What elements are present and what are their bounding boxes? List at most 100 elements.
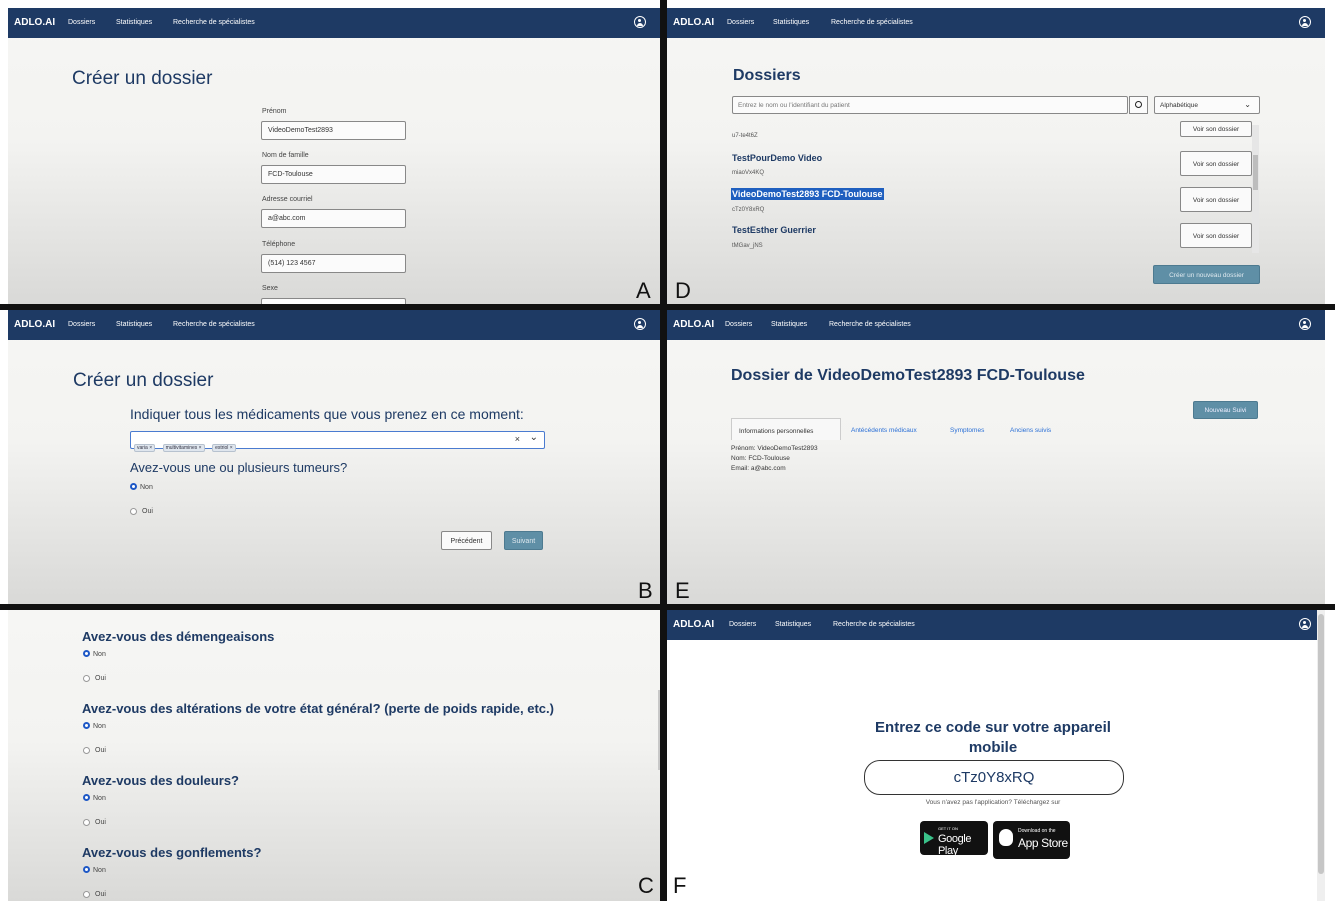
- list-scrollbar[interactable]: [1252, 125, 1259, 253]
- radio-yes[interactable]: [83, 675, 90, 682]
- nav-link-dossiers[interactable]: Dossiers: [725, 321, 752, 328]
- brand-logo[interactable]: ADLO.AI: [673, 319, 714, 330]
- nav-link-specialists[interactable]: Recherche de spécialistes: [831, 19, 913, 26]
- brand-logo[interactable]: ADLO.AI: [14, 17, 55, 28]
- info-firstname: Prénom: VideoDemoTest2893: [731, 445, 818, 452]
- firstname-input[interactable]: VideoDemoTest2893: [261, 121, 406, 140]
- app-store-badge[interactable]: Download on the App Store: [993, 821, 1070, 859]
- nav-link-dossiers[interactable]: Dossiers: [727, 19, 754, 26]
- page-title: Dossier de VideoDemoTest2893 FCD-Toulous…: [731, 367, 1085, 384]
- nav-link-specialists[interactable]: Recherche de spécialistes: [833, 621, 915, 628]
- panel-label-d: D: [675, 278, 691, 303]
- patient-search-input[interactable]: Entrez le nom ou l'identifiant du patien…: [732, 96, 1128, 114]
- med-tag: varia ×: [134, 444, 156, 452]
- question-pain: Avez-vous des douleurs?: [82, 773, 239, 788]
- view-record-button[interactable]: Voir son dossier: [1180, 223, 1252, 248]
- tab-past-followups[interactable]: Anciens suivis: [1010, 427, 1051, 434]
- medications-multiselect[interactable]: varia × multivitamines × estriol × × ⌄: [130, 431, 545, 452]
- radio-label-no: Non: [93, 795, 106, 802]
- new-followup-button[interactable]: Nouveau Suivi: [1193, 401, 1258, 419]
- nav-link-specialists[interactable]: Recherche de spécialistes: [173, 19, 255, 26]
- radio-no[interactable]: [130, 483, 137, 490]
- page-scrollbar[interactable]: [1317, 610, 1325, 901]
- radio-label-no: Non: [93, 651, 106, 658]
- radio-yes[interactable]: [83, 747, 90, 754]
- nav-link-dossiers[interactable]: Dossiers: [729, 621, 756, 628]
- panel-label-b: B: [638, 578, 653, 603]
- clear-icon[interactable]: ×: [515, 434, 520, 444]
- user-circle-icon[interactable]: [1299, 16, 1311, 28]
- field-label-phone: Téléphone: [262, 241, 296, 248]
- radio-no[interactable]: [83, 794, 90, 801]
- field-label-email: Adresse courriel: [262, 196, 313, 203]
- tab-personal-info[interactable]: Informations personnelles: [731, 418, 841, 440]
- field-label-lastname: Nom de famille: [262, 152, 309, 159]
- med-tag: estriol ×: [212, 444, 236, 452]
- radio-no[interactable]: [83, 866, 90, 873]
- nav-link-statistiques[interactable]: Statistiques: [773, 19, 809, 26]
- radio-label-no: Non: [93, 723, 106, 730]
- panel-a-create-record: ADLO.AI Dossiers Statistiques Recherche …: [8, 8, 660, 304]
- next-button[interactable]: Suivant: [504, 531, 543, 550]
- user-circle-icon[interactable]: [634, 16, 646, 28]
- nav-link-specialists[interactable]: Recherche de spécialistes: [829, 321, 911, 328]
- field-label-sex: Sexe: [262, 285, 278, 292]
- sort-select[interactable]: Alphabétique ⌄: [1154, 96, 1260, 114]
- brand-logo[interactable]: ADLO.AI: [673, 619, 714, 630]
- phone-input[interactable]: (514) 123 4567: [261, 254, 406, 273]
- radio-yes[interactable]: [83, 891, 90, 898]
- play-icon: [924, 832, 934, 844]
- nav-link-specialists[interactable]: Recherche de spécialistes: [173, 321, 255, 328]
- page-title: Créer un dossier: [73, 370, 214, 391]
- view-record-button[interactable]: Voir son dossier: [1180, 187, 1252, 212]
- panel-label-f: F: [673, 873, 687, 898]
- nav-link-statistiques[interactable]: Statistiques: [775, 621, 811, 628]
- nav-link-dossiers[interactable]: Dossiers: [68, 321, 95, 328]
- tab-label: Informations personnelles: [739, 428, 814, 435]
- navbar: ADLO.AI Dossiers Statistiques Recherche …: [8, 8, 660, 38]
- patient-name-selected[interactable]: VideoDemoTest2893 FCD-Toulouse: [731, 188, 884, 200]
- tab-medical-history[interactable]: Antécédents médicaux: [851, 427, 917, 434]
- previous-button[interactable]: Précédent: [441, 531, 492, 550]
- google-play-badge[interactable]: GET IT ON Google Play: [920, 821, 988, 857]
- nav-link-statistiques[interactable]: Statistiques: [116, 19, 152, 26]
- patient-id: cTz0Y8xRQ: [732, 207, 765, 213]
- info-email: Email: a@abc.com: [731, 465, 786, 472]
- scrollbar-thumb[interactable]: [1253, 155, 1258, 190]
- badge-big-text: App Store: [1018, 836, 1068, 850]
- search-button[interactable]: [1129, 96, 1148, 114]
- navbar: ADLO.AI Dossiers Statistiques Recherche …: [667, 8, 1325, 38]
- scrollbar-thumb[interactable]: [1318, 614, 1324, 874]
- patient-name[interactable]: TestPourDemo Video: [732, 153, 822, 163]
- lastname-input[interactable]: FCD-Toulouse: [261, 165, 406, 184]
- user-circle-icon[interactable]: [634, 318, 646, 330]
- radio-label-yes: Oui: [95, 675, 106, 682]
- panel-b-questionnaire: ADLO.AI Dossiers Statistiques Recherche …: [8, 310, 660, 604]
- patient-id: tMGav_jNS: [732, 243, 763, 249]
- user-circle-icon[interactable]: [1299, 318, 1311, 330]
- nav-link-dossiers[interactable]: Dossiers: [68, 19, 95, 26]
- create-record-button[interactable]: Créer un nouveau dossier: [1153, 265, 1260, 284]
- email-input[interactable]: a@abc.com: [261, 209, 406, 228]
- chevron-down-icon[interactable]: ⌄: [530, 432, 538, 443]
- search-icon: [1135, 101, 1142, 108]
- nav-link-statistiques[interactable]: Statistiques: [771, 321, 807, 328]
- page-title: Créer un dossier: [72, 68, 213, 89]
- navbar: ADLO.AI Dossiers Statistiques Recherche …: [667, 610, 1325, 640]
- badge-small-text: Download on the: [1018, 828, 1056, 834]
- patient-name[interactable]: TestEsther Guerrier: [732, 225, 816, 235]
- nav-link-statistiques[interactable]: Statistiques: [116, 321, 152, 328]
- radio-no[interactable]: [83, 650, 90, 657]
- radio-yes[interactable]: [83, 819, 90, 826]
- tab-symptoms[interactable]: Symptomes: [950, 427, 984, 434]
- user-circle-icon[interactable]: [1299, 618, 1311, 630]
- brand-logo[interactable]: ADLO.AI: [14, 319, 55, 330]
- question-itching: Avez-vous des démengeaisons: [82, 629, 275, 644]
- radio-no[interactable]: [83, 722, 90, 729]
- brand-logo[interactable]: ADLO.AI: [673, 17, 714, 28]
- view-record-button[interactable]: Voir son dossier: [1180, 151, 1252, 176]
- radio-yes[interactable]: [130, 508, 137, 515]
- radio-label-no: Non: [140, 484, 153, 491]
- panel-d-records-list: ADLO.AI Dossiers Statistiques Recherche …: [667, 8, 1325, 304]
- view-record-button[interactable]: Voir son dossier: [1180, 121, 1252, 137]
